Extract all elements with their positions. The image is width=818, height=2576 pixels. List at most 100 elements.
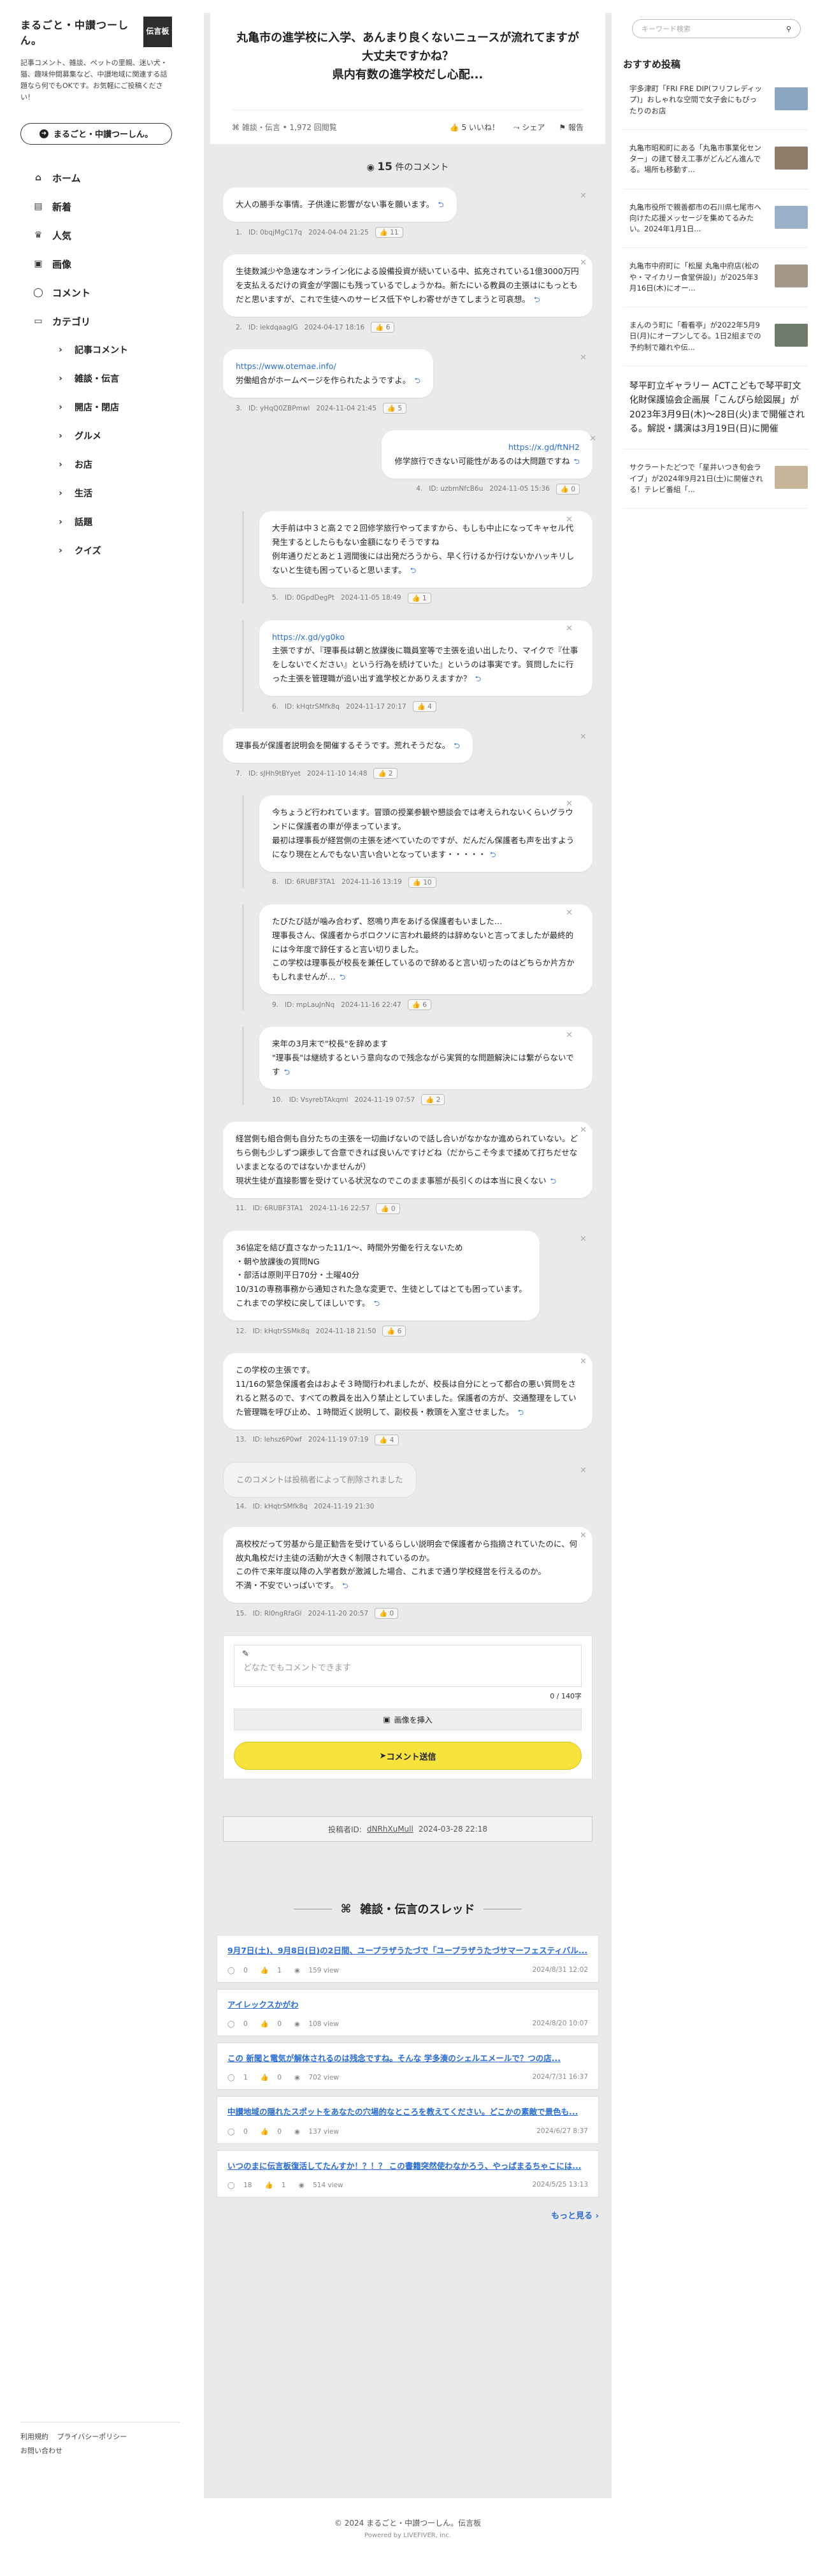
recommend-title[interactable]: サクラートたどつで「星井いつき旬会ライブ」が2024年9月21日(土)に開催され… — [629, 462, 763, 495]
thread-item[interactable]: いつのまに伝言板復活してたんすか！？！？ この書籍突然使わなかろう、やっぱまるち… — [217, 2150, 599, 2198]
nav-item[interactable]: › 生活 — [20, 479, 172, 508]
comment-textarea[interactable]: ✎ どなたでもコメントできます — [234, 1645, 582, 1688]
comment-id[interactable]: ID: mpLauJnNq — [285, 1001, 334, 1009]
nav-item[interactable]: ▤ 新着 — [20, 192, 172, 221]
comment-id[interactable]: ID: VsyrebTAkqml — [289, 1096, 348, 1104]
recommend-item[interactable]: 琴平町立ギャラリー ACTこどもで琴平町文化財保護協会企画展「こんぴら絵図展」が… — [623, 366, 808, 450]
reply-icon[interactable]: ⮌ — [518, 1408, 524, 1417]
close-icon[interactable]: ✕ — [580, 191, 587, 201]
recommend-thumbnail[interactable] — [775, 466, 808, 489]
comment-like-button[interactable]: 👍 4 — [375, 1434, 399, 1445]
poster-id[interactable]: dNRhXuMull — [367, 1825, 413, 1834]
nav-item[interactable]: ◯ コメント — [20, 279, 172, 307]
recommend-item[interactable]: サクラートたどつで「星井いつき旬会ライブ」が2024年9月21日(土)に開催され… — [623, 449, 808, 509]
comment-link[interactable]: https://www.otemae.info/ — [236, 361, 336, 371]
comment-id[interactable]: ID: 6RUBF3TA1 — [285, 878, 335, 886]
close-icon[interactable]: ✕ — [566, 1031, 573, 1040]
comment-like-button[interactable]: 👍 0 — [556, 483, 580, 495]
recommend-item[interactable]: 宇多津町「FRI FRE DIP(フリフレディップ)」おしゃれな空間で女子会にも… — [623, 71, 808, 130]
more-link[interactable]: もっと見る › — [217, 2209, 599, 2221]
search-input[interactable]: キーワード検索 ⚲ — [632, 19, 801, 38]
reply-icon[interactable]: ⮌ — [534, 295, 540, 304]
recommend-thumbnail[interactable] — [775, 264, 808, 288]
close-icon[interactable]: ✕ — [566, 515, 573, 525]
submit-comment-button[interactable]: ➤ コメント送信 — [234, 1742, 582, 1770]
comment-id[interactable]: ID: Rl0ngRfaGl — [253, 1610, 302, 1617]
thread-item[interactable]: アイレックスかがわ ◯ 0 👍 0 ◉ 108 view 2024/8/20 10:07 — [217, 1988, 599, 2037]
share-button[interactable]: ⤳ シェア — [513, 122, 545, 133]
nav-item[interactable]: › グルメ — [20, 422, 172, 451]
reply-icon[interactable]: ⮌ — [550, 1176, 557, 1185]
close-icon[interactable]: ✕ — [580, 353, 587, 363]
close-icon[interactable]: ✕ — [580, 258, 587, 268]
search-icon[interactable]: ⚲ — [786, 25, 791, 33]
nav-item[interactable]: › 話題 — [20, 508, 172, 537]
recommend-item[interactable]: まんのう町に「看看亭」が2022年5月9日(月)にオープンしてる。1日2組までの… — [623, 307, 808, 366]
close-icon[interactable]: ✕ — [580, 1531, 587, 1540]
comment-link[interactable]: https://x.gd/ftNH2 — [508, 442, 580, 452]
nav-item[interactable]: ⌂ ホーム — [20, 164, 172, 192]
thread-title-link[interactable]: 9月7日(土)、9月8日(日)の2日間、ユープラザうたづで「ユープラザうたづサマ… — [227, 1946, 587, 1955]
nav-item[interactable]: ▣ 画像 — [20, 250, 172, 279]
comment-id[interactable]: ID: iekdqaagIG — [248, 324, 298, 331]
site-logo[interactable]: まるごと・中讃つーしん。 — [20, 17, 143, 47]
thread-title-link[interactable]: いつのまに伝言板復活してたんすか！？！？ この書籍突然使わなかろう、やっぱまるち… — [227, 2161, 581, 2171]
reply-icon[interactable]: ⮌ — [410, 566, 417, 575]
report-button[interactable]: ⚑ 報告 — [559, 122, 584, 133]
recommend-item[interactable]: 丸亀市中府町に「松屋 丸亀中府店(松のや・マイカリー食堂併設)」が2025年3月… — [623, 248, 808, 307]
recommend-title[interactable]: まんのう町に「看看亭」が2022年5月9日(月)にオープンしてる。1日2組までの… — [629, 320, 763, 353]
recommend-title[interactable]: 丸亀市昭和町にある「丸亀市事業化センター」の建て替え工事がどんどん進んでる。場所… — [629, 143, 763, 176]
recommend-title[interactable]: 丸亀市中府町に「松屋 丸亀中府店(松のや・マイカリー食堂併設)」が2025年3月… — [629, 261, 763, 294]
comment-id[interactable]: ID: 0bqjMgC17q — [248, 229, 302, 236]
reply-icon[interactable]: ⮌ — [414, 376, 420, 385]
close-icon[interactable]: ✕ — [580, 1466, 587, 1475]
reply-icon[interactable]: ⮌ — [340, 973, 346, 981]
recommend-thumbnail[interactable] — [775, 146, 808, 170]
category-info[interactable]: ⌘ 雑談・伝言 • 1,972 回閲覧 — [232, 122, 337, 133]
comment-id[interactable]: ID: kHqtrSSMk8q — [253, 1328, 310, 1335]
reply-icon[interactable]: ⮌ — [454, 741, 460, 750]
privacy-link[interactable]: プライバシーポリシー — [57, 2433, 127, 2441]
thread-item[interactable]: 中讃地域の隠れたスポットをあなたの穴場的なところを教えてください。どこかの素敵で… — [217, 2096, 599, 2144]
insert-image-button[interactable]: ▣ 画像を挿入 — [234, 1709, 582, 1731]
close-icon[interactable]: ✕ — [580, 732, 587, 742]
recommend-title[interactable]: 琴平町立ギャラリー ACTこどもで琴平町文化財保護協会企画展「こんぴら絵図展」が… — [629, 379, 808, 437]
recommend-item[interactable]: 丸亀市昭和町にある「丸亀市事業化センター」の建て替え工事がどんどん進んでる。場所… — [623, 130, 808, 189]
comment-id[interactable]: ID: sJHh9tBYyet — [248, 770, 301, 778]
terms-link[interactable]: 利用規約 — [20, 2433, 48, 2441]
comment-like-button[interactable]: 👍 1 — [407, 592, 431, 604]
close-icon[interactable]: ✕ — [580, 1125, 587, 1135]
comment-id[interactable]: ID: kHqtrSMfk8q — [253, 1503, 308, 1510]
comment-like-button[interactable]: 👍 2 — [421, 1094, 445, 1106]
powered-by[interactable]: Powered by LIVEFIVER, inc. — [204, 2532, 612, 2539]
comment-id[interactable]: ID: lehsz6P0wf — [253, 1436, 302, 1444]
close-icon[interactable]: ✕ — [566, 799, 573, 809]
reply-icon[interactable]: ⮌ — [490, 850, 496, 859]
comment-id[interactable]: ID: 6RUBF3TA1 — [253, 1205, 303, 1212]
close-icon[interactable]: ✕ — [566, 624, 573, 633]
nav-item[interactable]: › 雑談・伝言 — [20, 365, 172, 393]
comment-like-button[interactable]: 👍 10 — [408, 876, 436, 888]
comment-like-button[interactable]: 👍 0 — [376, 1203, 400, 1214]
thread-title-link[interactable]: 中讃地域の隠れたスポットをあなたの穴場的なところを教えてください。どこかの素敵で… — [227, 2107, 578, 2117]
comment-id[interactable]: ID: kHqtrSMfk8q — [285, 703, 340, 711]
recommend-title[interactable]: 宇多津町「FRI FRE DIP(フリフレディップ)」おしゃれな空間で女子会にも… — [629, 83, 763, 117]
comment-like-button[interactable]: 👍 6 — [382, 1326, 406, 1337]
nav-item[interactable]: ▭ カテゴリ — [20, 307, 172, 336]
close-icon[interactable]: ✕ — [589, 434, 596, 444]
reply-icon[interactable]: ⮌ — [374, 1299, 380, 1308]
recommend-thumbnail[interactable] — [775, 87, 808, 110]
nav-item[interactable]: › クイズ — [20, 537, 172, 565]
nav-item[interactable]: › お店 — [20, 451, 172, 479]
comment-like-button[interactable]: 👍 5 — [382, 403, 407, 414]
thread-title-link[interactable]: この 新聞と電気が解体されるのは残念ですね。そんな 学多湊のシェルエメールで？つ… — [227, 2053, 561, 2063]
reply-icon[interactable]: ⮌ — [573, 457, 580, 466]
comment-like-button[interactable]: 👍 2 — [373, 768, 398, 779]
close-icon[interactable]: ✕ — [580, 1357, 587, 1366]
nav-item[interactable]: ♛ 人気 — [20, 221, 172, 250]
comment-like-button[interactable]: 👍 4 — [412, 701, 436, 713]
like-button[interactable]: 👍 5 いいね！ — [450, 122, 499, 133]
recommend-thumbnail[interactable] — [775, 205, 808, 229]
thread-title-link[interactable]: アイレックスかがわ — [227, 2000, 299, 2009]
close-icon[interactable]: ✕ — [580, 1234, 587, 1244]
